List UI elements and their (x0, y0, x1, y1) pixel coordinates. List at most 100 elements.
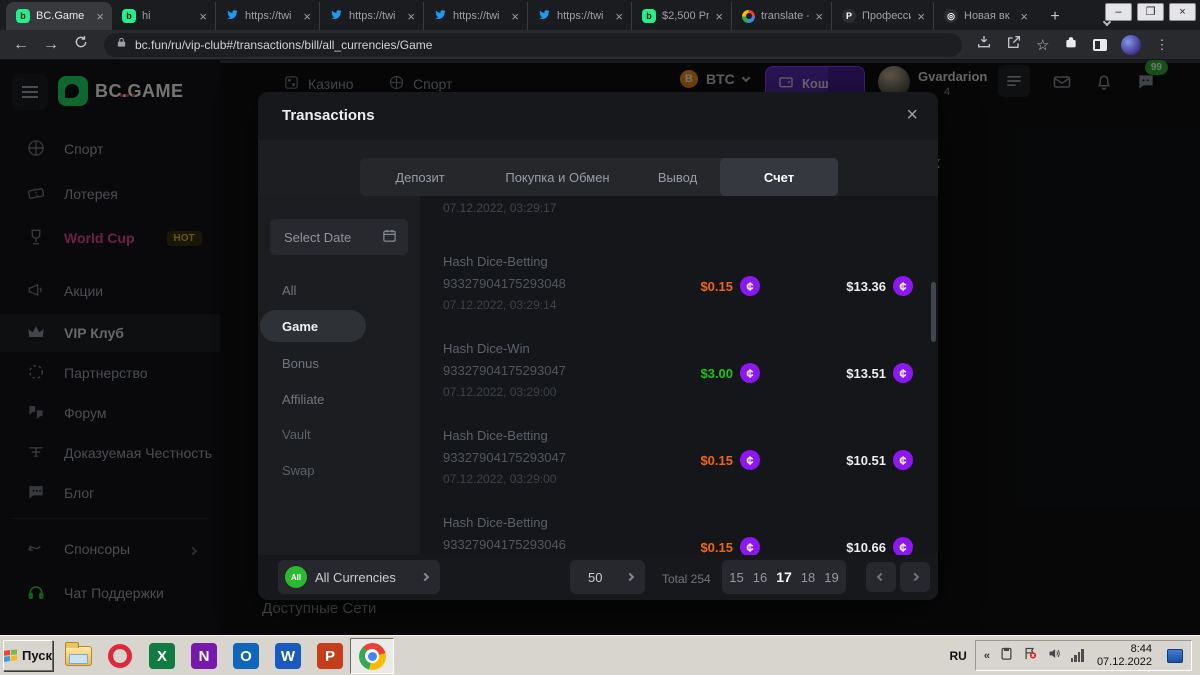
restore-button[interactable]: ❐ (1137, 3, 1164, 21)
tab-close-icon[interactable]: × (815, 10, 823, 23)
address-bar[interactable]: bc.fun/ru/vip-club#/transactions/bill/al… (104, 33, 962, 57)
language-indicator[interactable]: RU (949, 649, 966, 663)
prev-page-button[interactable] (866, 562, 896, 592)
minimize-button[interactable]: – (1105, 3, 1132, 21)
tab-twitter-4[interactable]: https://twi × (528, 2, 632, 30)
tab-close-icon[interactable]: × (511, 10, 519, 23)
page-size-select[interactable]: 50 (570, 560, 645, 594)
show-desktop-icon[interactable] (1167, 649, 1183, 663)
share-icon[interactable] (1006, 34, 1022, 55)
filter-affiliate[interactable]: Affiliate (282, 392, 324, 407)
tab-new[interactable]: ◎ Новая вк × (934, 2, 1036, 30)
flag-alert-tray-icon[interactable] (1023, 646, 1038, 666)
tx-amount: $0.15¢ (700, 537, 760, 557)
twitter-icon (330, 8, 343, 24)
all-currencies-button[interactable]: All All Currencies (278, 560, 440, 594)
install-icon[interactable] (976, 34, 992, 55)
modal-close-icon[interactable]: × (906, 104, 918, 127)
coin-icon: ¢ (893, 276, 913, 296)
taskbar-excel[interactable]: X (146, 641, 178, 671)
bookmark-star-icon[interactable]: ☆ (1036, 36, 1049, 54)
transaction-row[interactable]: Hash Dice-Betting 93327904175293047 07.1… (443, 428, 913, 515)
coin-icon: ¢ (740, 276, 760, 296)
chevron-right-icon (421, 573, 429, 581)
network-signal-icon[interactable] (1071, 649, 1084, 662)
tab-close-icon[interactable]: × (1020, 10, 1028, 23)
tray-clock[interactable]: 8:44 07.12.2022 (1097, 643, 1152, 669)
bcgame-favicon: b (642, 9, 656, 23)
taskbar-powerpoint[interactable]: P (314, 641, 346, 671)
taskbar-explorer[interactable] (62, 641, 94, 671)
tray-icons: « 8:44 07.12.2022 (975, 640, 1192, 671)
taskbar: Пуск X N O W P RU « 8:44 07.12.2022 (0, 635, 1200, 675)
next-page-button[interactable] (900, 562, 930, 592)
page-18[interactable]: 18 (801, 570, 815, 585)
screen: b BC.Game × b hi × https://twi × https:/… (0, 0, 1200, 675)
filter-game[interactable]: Game (282, 319, 318, 334)
tray-expand-icon[interactable]: « (984, 650, 990, 662)
taskbar-outlook[interactable]: O (230, 641, 262, 671)
tab-close-icon[interactable]: × (917, 10, 925, 23)
tab-professi[interactable]: P Професси × (832, 2, 934, 30)
forward-button[interactable]: → (36, 36, 66, 54)
tx-date: 07.12.2022, 03:29:14 (443, 298, 913, 312)
tx-id: 93327904175293047 (443, 450, 913, 465)
tab-bill[interactable]: Счет (720, 158, 838, 196)
pagination: 15 16 17 18 19 (722, 560, 846, 594)
extensions-puzzle-icon[interactable] (1063, 34, 1079, 55)
tab-close-icon[interactable]: × (407, 10, 415, 23)
total-count: Total 254 (662, 572, 711, 586)
tab-buy-swap[interactable]: Покупка и Обмен (480, 158, 635, 196)
modal-scrollbar-thumb[interactable] (931, 282, 936, 342)
transaction-row[interactable]: Hash Dice-Betting 93327904175293048 07.1… (443, 254, 913, 341)
filter-bonus[interactable]: Bonus (282, 356, 319, 371)
tab-translate[interactable]: translate - × (732, 2, 832, 30)
tab-close-icon[interactable]: × (303, 10, 311, 23)
tab-deposit[interactable]: Депозит (360, 158, 480, 196)
tab-twitter-2[interactable]: https://twi × (320, 2, 424, 30)
tab-close-icon[interactable]: × (199, 10, 207, 23)
page-15[interactable]: 15 (729, 570, 743, 585)
side-panel-icon[interactable] (1093, 39, 1107, 51)
clipboard-tray-icon[interactable] (999, 646, 1014, 666)
taskbar-onenote[interactable]: N (188, 641, 220, 671)
tx-title: Hash Dice-Betting (443, 428, 913, 443)
twitter-icon (226, 8, 239, 24)
reload-button[interactable] (66, 35, 96, 54)
tab-prize[interactable]: b $2,500 Pr × (632, 2, 732, 30)
tab-label: https://twi (349, 10, 401, 22)
taskbar-chrome-active[interactable] (350, 638, 394, 674)
powerpoint-icon: P (317, 643, 343, 669)
tab-hi[interactable]: b hi × (112, 2, 216, 30)
tab-close-icon[interactable]: × (615, 10, 623, 23)
coin-icon: ¢ (893, 363, 913, 383)
browser-tabstrip: b BC.Game × b hi × https://twi × https:/… (0, 0, 1200, 30)
page-16[interactable]: 16 (753, 570, 767, 585)
taskbar-word[interactable]: W (272, 641, 304, 671)
start-button[interactable]: Пуск (3, 640, 53, 671)
tab-twitter-3[interactable]: https://twi × (424, 2, 528, 30)
tab-bcgame[interactable]: b BC.Game × (6, 2, 112, 30)
taskbar-opera[interactable] (104, 641, 136, 671)
page-17-current[interactable]: 17 (776, 569, 792, 585)
tab-withdraw[interactable]: Вывод (635, 158, 720, 196)
tab-close-icon[interactable]: × (715, 10, 723, 23)
new-tab-button[interactable]: + (1042, 4, 1068, 30)
tx-id: 93327904175293047 (443, 363, 913, 378)
close-window-button[interactable]: × (1169, 3, 1196, 21)
transaction-row[interactable]: Hash Dice-Win 93327904175293047 07.12.20… (443, 341, 913, 428)
tab-label: translate - (761, 10, 809, 22)
filter-swap[interactable]: Swap (282, 463, 315, 478)
filter-all[interactable]: All (282, 283, 296, 298)
clock-time: 8:44 (1131, 643, 1152, 655)
browser-profile-avatar[interactable] (1121, 35, 1141, 55)
tab-twitter-1[interactable]: https://twi × (216, 2, 320, 30)
page-19[interactable]: 19 (824, 570, 838, 585)
browser-menu-icon[interactable]: ⋮ (1155, 37, 1168, 53)
speaker-tray-icon[interactable] (1047, 646, 1062, 666)
filter-vault[interactable]: Vault (282, 427, 311, 442)
tab-close-icon[interactable]: × (96, 10, 104, 23)
back-button[interactable]: ← (6, 36, 36, 54)
select-date-button[interactable]: Select Date (270, 219, 408, 255)
folder-icon (65, 646, 92, 666)
